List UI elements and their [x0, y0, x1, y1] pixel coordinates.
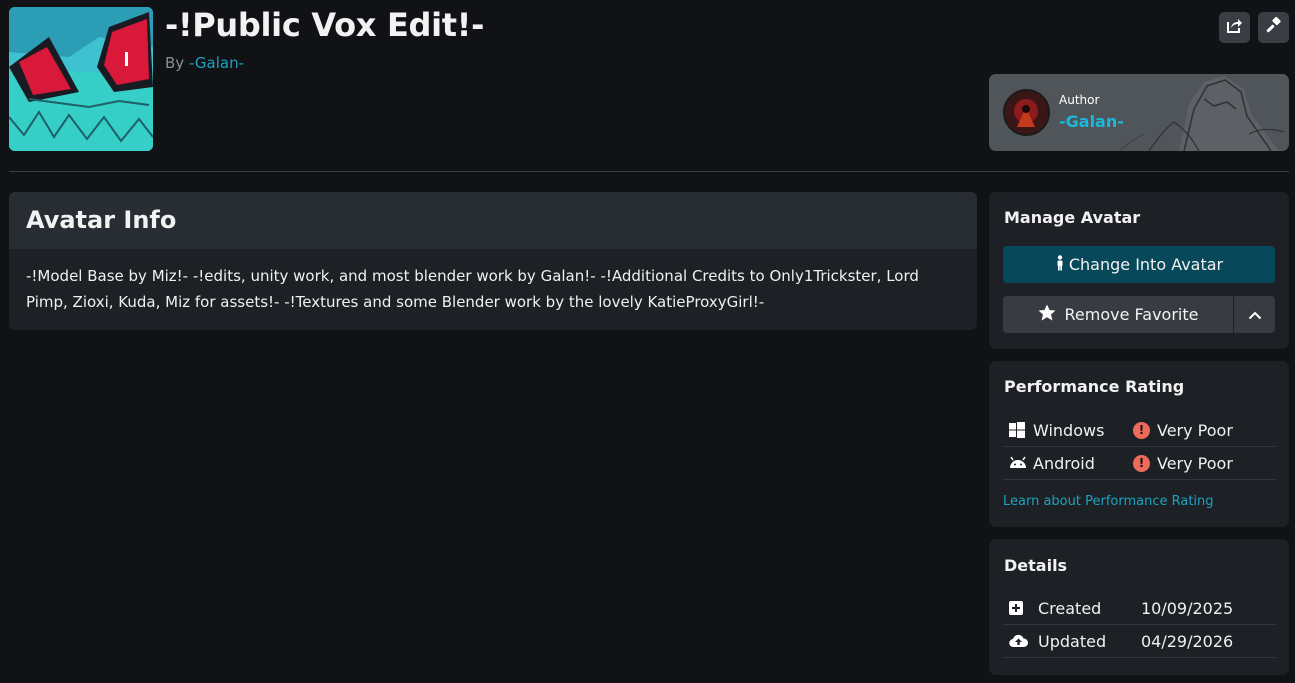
learn-performance-link[interactable]: Learn about Performance Rating: [1003, 494, 1214, 509]
author-card[interactable]: Author -Galan-: [989, 74, 1289, 151]
details-row-created: Created 10/09/2025: [1003, 592, 1276, 625]
author-avatar: [1003, 89, 1050, 136]
byline-prefix: By: [165, 54, 185, 72]
performance-rating-heading: Performance Rating: [1004, 377, 1185, 396]
change-into-avatar-button[interactable]: Change Into Avatar: [1003, 246, 1275, 283]
manage-avatar-heading: Manage Avatar: [1004, 208, 1141, 227]
star-icon: [1038, 304, 1056, 325]
performance-row-windows: Windows ! Very Poor: [1003, 414, 1276, 447]
share-button[interactable]: [1219, 12, 1250, 43]
avatar-title: -!Public Vox Edit!-: [165, 6, 485, 44]
android-icon: [1009, 455, 1027, 474]
details-row-updated: Updated 04/29/2026: [1003, 625, 1276, 658]
byline-author-link[interactable]: -Galan-: [189, 54, 244, 72]
detail-value: 10/09/2025: [1141, 599, 1234, 618]
rating-value: Very Poor: [1157, 421, 1233, 440]
detail-value: 04/29/2026: [1141, 632, 1234, 651]
performance-rating-panel: Performance Rating Windows ! Very Poor A…: [989, 361, 1289, 527]
platform-label: Windows: [1033, 421, 1105, 440]
plus-square-icon: [1009, 600, 1023, 619]
avatar-thumbnail: [9, 7, 153, 151]
cloud-upload-icon: [1009, 633, 1029, 652]
performance-row-android: Android ! Very Poor: [1003, 447, 1276, 480]
chevron-up-icon: [1248, 305, 1262, 324]
avatar-byline: By -Galan-: [165, 54, 244, 72]
manage-avatar-panel: Manage Avatar Change Into Avatar Remove …: [989, 192, 1289, 349]
header-divider: [9, 171, 1289, 172]
detail-label: Created: [1038, 599, 1102, 618]
avatar-description: -!Model Base by Miz!- -!edits, unity wor…: [26, 267, 919, 311]
author-caption: Author: [1059, 93, 1100, 107]
details-heading: Details: [1004, 556, 1068, 575]
share-icon: [1226, 17, 1243, 38]
favorite-options-toggle[interactable]: [1234, 296, 1275, 333]
details-panel: Details Created 10/09/2025 Updated 04/29…: [989, 539, 1289, 675]
windows-icon: [1009, 422, 1025, 442]
detail-label: Updated: [1038, 632, 1107, 651]
hammer-icon: [1265, 16, 1282, 38]
remove-favorite-label: Remove Favorite: [1064, 305, 1199, 324]
avatar-info-heading: Avatar Info: [9, 192, 977, 249]
platform-label: Android: [1033, 454, 1095, 473]
warning-icon: !: [1133, 455, 1150, 472]
change-into-avatar-label: Change Into Avatar: [1068, 255, 1224, 274]
author-name-link[interactable]: -Galan-: [1059, 112, 1124, 131]
report-button[interactable]: [1258, 12, 1289, 43]
avatar-info-panel: Avatar Info -!Model Base by Miz!- -!edit…: [9, 192, 977, 330]
remove-favorite-button[interactable]: Remove Favorite: [1003, 296, 1233, 333]
person-icon: [1055, 254, 1065, 275]
warning-icon: !: [1133, 422, 1150, 439]
rating-value: Very Poor: [1157, 454, 1233, 473]
